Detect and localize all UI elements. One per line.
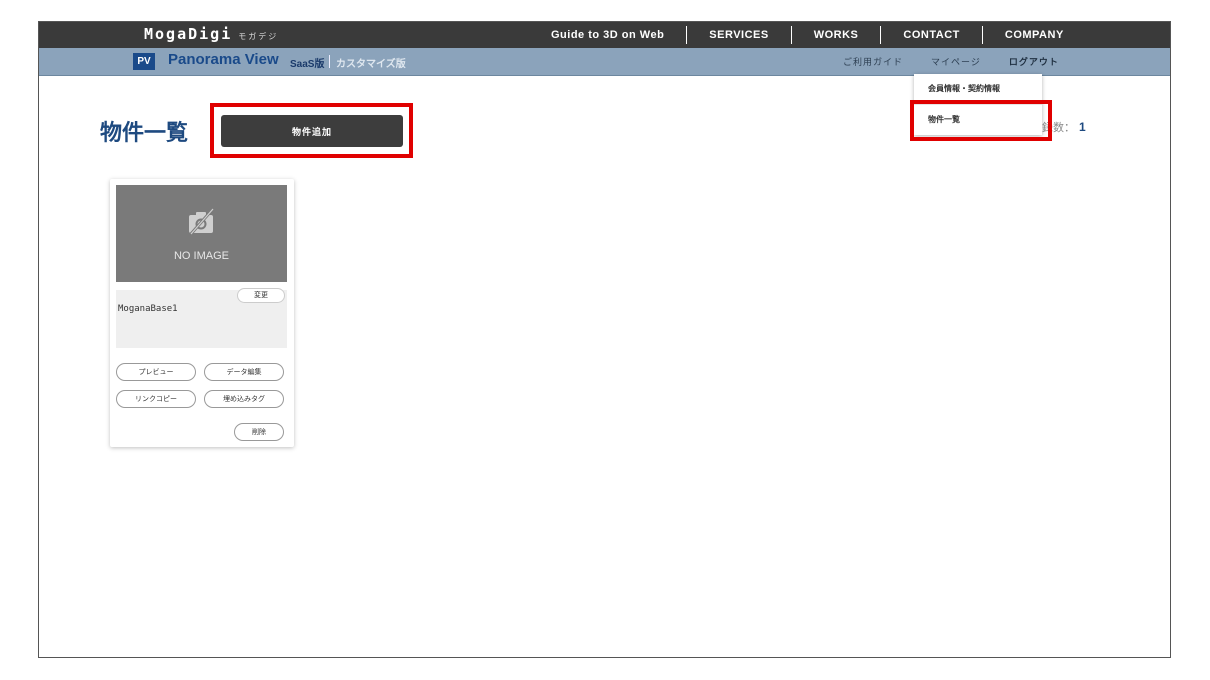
count-label: 録数： (1042, 122, 1075, 134)
property-thumbnail: NO IMAGE (116, 185, 287, 282)
top-navbar: MogaDigi モガデジ Guide to 3D on Web SERVICES… (39, 22, 1170, 48)
pv-logo-badge[interactable]: PV (133, 53, 155, 70)
property-name: MoganaBase1 (118, 304, 178, 314)
preview-button[interactable]: プレビュー (116, 363, 196, 381)
brand-subtitle: モガデジ (238, 32, 279, 41)
property-name-area: 変更 MoganaBase1 (116, 288, 287, 348)
property-card: NO IMAGE 変更 MoganaBase1 プレビュー データ編集 リンクコ… (110, 179, 294, 447)
nav-services[interactable]: SERVICES (687, 22, 790, 48)
change-name-button[interactable]: 変更 (237, 288, 285, 303)
mypage-dropdown: 会員情報・契約情報 物件一覧 (914, 74, 1042, 135)
dropdown-item-member-info[interactable]: 会員情報・契約情報 (914, 74, 1042, 104)
top-nav: Guide to 3D on Web SERVICES WORKS CONTAC… (529, 22, 1086, 48)
nav-works[interactable]: WORKS (792, 22, 881, 48)
edition-separator (329, 55, 330, 68)
app-frame: MogaDigi モガデジ Guide to 3D on Web SERVICES… (38, 21, 1171, 658)
product-navbar: PV Panorama View SaaS版 カスタマイズ版 ご利用ガイド マイ… (39, 48, 1170, 76)
add-property-button[interactable]: 物件追加 (221, 115, 403, 147)
nav-company[interactable]: COMPANY (983, 22, 1086, 48)
product-title[interactable]: Panorama View (168, 51, 279, 68)
brand-name: MogaDigi (144, 25, 233, 43)
mypage-menu[interactable]: マイページ (917, 55, 995, 68)
brand-logo[interactable]: MogaDigi モガデジ (144, 25, 278, 43)
delete-button[interactable]: 削除 (234, 423, 284, 441)
no-image-camera-icon (188, 208, 214, 236)
logout-link[interactable]: ログアウト (995, 55, 1073, 68)
user-nav: ご利用ガイド マイページ ログアウト (829, 48, 1073, 75)
edit-data-button[interactable]: データ編集 (204, 363, 284, 381)
edition-label: SaaS版 (290, 59, 325, 70)
no-image-label: NO IMAGE (173, 250, 229, 262)
registration-count: 録数： 1 (1042, 119, 1086, 135)
nav-contact[interactable]: CONTACT (881, 22, 981, 48)
page-title: 物件一覧 (100, 121, 189, 146)
dropdown-item-property-list[interactable]: 物件一覧 (914, 104, 1042, 135)
custom-edition-link[interactable]: カスタマイズ版 (336, 55, 406, 70)
count-value: 1 (1079, 120, 1086, 134)
embed-tag-button[interactable]: 埋め込みタグ (204, 390, 284, 408)
copy-link-button[interactable]: リンクコピー (116, 390, 196, 408)
usage-guide-link[interactable]: ご利用ガイド (829, 55, 917, 68)
nav-guide-3d[interactable]: Guide to 3D on Web (529, 22, 686, 48)
